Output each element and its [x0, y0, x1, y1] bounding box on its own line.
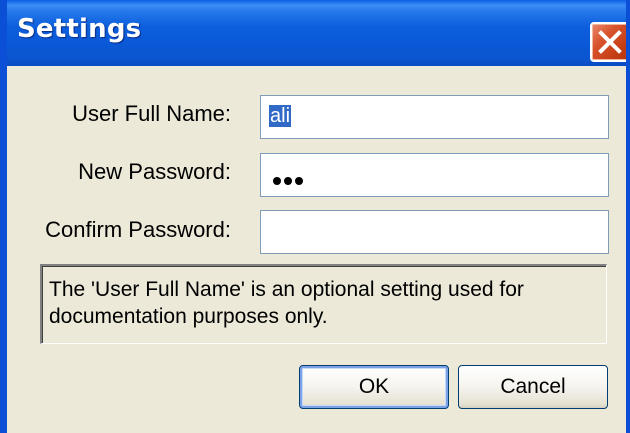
confirm-password-input[interactable]: [260, 210, 609, 254]
close-button[interactable]: [590, 22, 626, 62]
dialog-title: Settings: [17, 14, 142, 44]
new-password-input[interactable]: [260, 153, 609, 197]
password-dot: [273, 177, 281, 185]
full-name-value: ali: [269, 105, 292, 127]
title-bar[interactable]: Settings: [7, 0, 626, 66]
info-text: The 'User Full Name' is an optional sett…: [49, 278, 524, 328]
ok-button[interactable]: OK: [299, 365, 449, 409]
new-password-mask: [273, 172, 306, 190]
full-name-input[interactable]: ali: [260, 95, 609, 139]
password-dot: [284, 177, 292, 185]
settings-dialog: Settings User Full Name: ali New Passwor…: [0, 0, 630, 433]
info-box: The 'User Full Name' is an optional sett…: [40, 264, 607, 344]
cancel-button[interactable]: Cancel: [458, 365, 608, 409]
new-password-label: New Password:: [78, 159, 231, 184]
confirm-password-label: Confirm Password:: [45, 217, 231, 242]
full-name-label: User Full Name:: [72, 101, 231, 126]
close-icon: [598, 30, 622, 54]
password-dot: [295, 177, 303, 185]
